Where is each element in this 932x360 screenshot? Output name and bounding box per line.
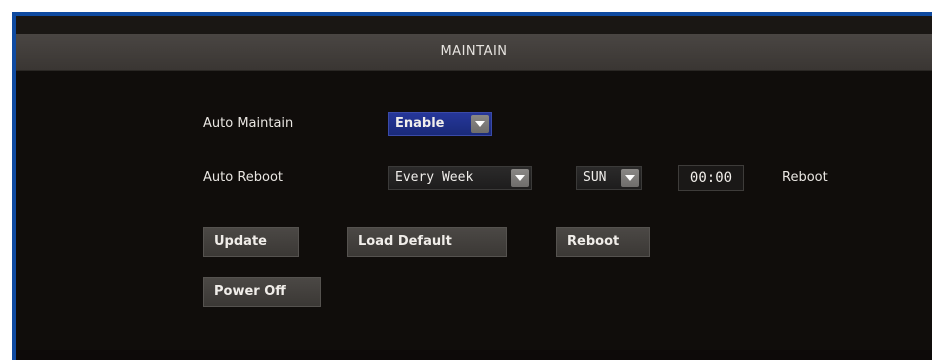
auto-maintain-value: Enable xyxy=(395,116,445,131)
screen-frame: MAINTAIN Auto Maintain Enable Auto Reboo… xyxy=(0,0,932,360)
power-off-button[interactable]: Power Off xyxy=(203,277,321,307)
update-button[interactable]: Update xyxy=(203,227,299,257)
reboot-frequency-dropdown[interactable]: Every Week xyxy=(388,166,532,190)
bottom-strip xyxy=(16,350,932,360)
reboot-button[interactable]: Reboot xyxy=(556,227,650,257)
reboot-day-value: SUN xyxy=(583,170,607,185)
maintain-panel: MAINTAIN Auto Maintain Enable Auto Reboo… xyxy=(16,16,932,360)
auto-maintain-label: Auto Maintain xyxy=(203,116,294,131)
reboot-time-field[interactable]: 00:00 xyxy=(678,165,744,191)
load-default-button[interactable]: Load Default xyxy=(347,227,507,257)
page-title: MAINTAIN xyxy=(440,44,508,59)
chevron-down-icon xyxy=(621,169,639,187)
chevron-down-icon xyxy=(471,115,489,133)
auto-reboot-label: Auto Reboot xyxy=(203,170,284,185)
chevron-down-icon xyxy=(511,169,529,187)
reboot-frequency-value: Every Week xyxy=(395,170,474,185)
reboot-action-label: Reboot xyxy=(782,170,828,185)
title-bar: MAINTAIN xyxy=(16,34,932,71)
reboot-day-dropdown[interactable]: SUN xyxy=(576,166,642,190)
auto-maintain-dropdown[interactable]: Enable xyxy=(388,112,492,136)
top-strip xyxy=(16,16,932,34)
